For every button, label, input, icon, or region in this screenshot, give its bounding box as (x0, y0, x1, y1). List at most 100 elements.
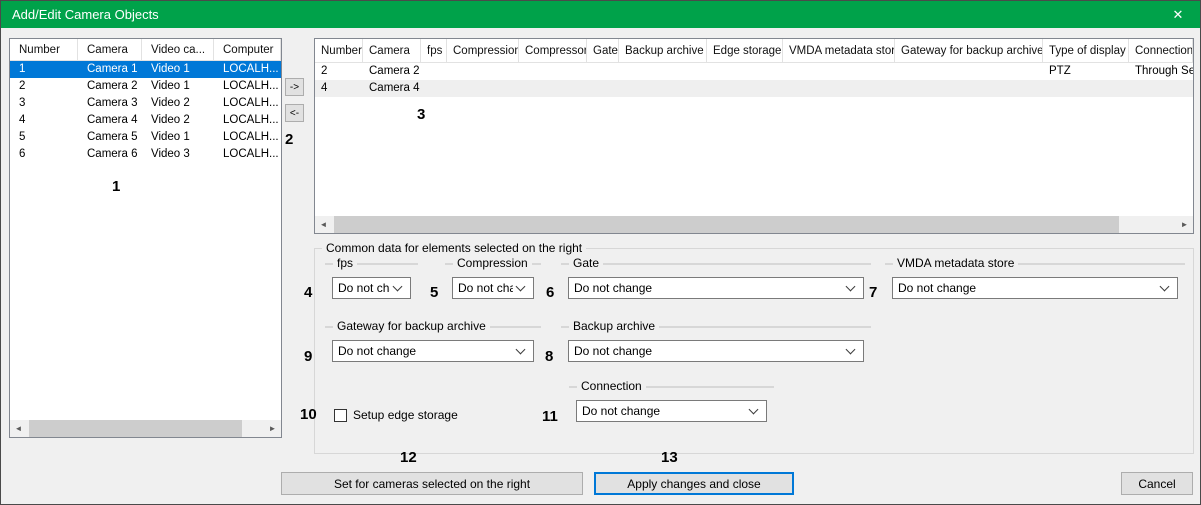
chevron-down-icon (516, 344, 526, 354)
annotation-12: 12 (400, 449, 417, 466)
setup-edge-storage-checkbox[interactable]: Setup edge storage (334, 408, 458, 422)
cell-number: 2 (315, 63, 363, 80)
vmda-select-value: Do not change (893, 281, 1157, 295)
annotation-2: 2 (285, 131, 293, 148)
column-header-backup-archive[interactable]: Backup archive (619, 39, 707, 63)
scrollbar-track[interactable] (27, 420, 264, 437)
backup-group-label: Backup archive (569, 319, 659, 333)
horizontal-scrollbar[interactable]: ◄ ► (10, 420, 281, 437)
cell-video: Video 2 (142, 112, 214, 129)
chevron-down-icon (749, 404, 759, 414)
cell-number: 2 (10, 78, 78, 95)
column-header-camera[interactable]: Camera (78, 39, 142, 61)
gateway-backup-archive-group: Gateway for backup archive Do not change (325, 326, 541, 328)
compression-select-value: Do not cha (453, 281, 513, 295)
cell-video: Video 1 (142, 61, 214, 78)
arrow-right-icon: ► (1181, 220, 1189, 229)
cell-computer: LOCALH... (214, 146, 281, 163)
compression-group: Compression Do not cha (445, 263, 541, 265)
cell-number: 4 (315, 80, 363, 97)
column-header-computer[interactable]: Computer (214, 39, 281, 61)
column-header-camera[interactable]: Camera (363, 39, 421, 63)
compression-group-label: Compression (453, 256, 532, 270)
apply-changes-and-close-button[interactable]: Apply changes and close (594, 472, 794, 495)
scrollbar-track[interactable] (332, 216, 1176, 233)
scroll-left-button[interactable]: ◄ (10, 420, 27, 437)
close-button[interactable]: ✕ (1156, 1, 1200, 28)
cell-camera: Camera 6 (78, 146, 142, 163)
column-header-compression[interactable]: Compression (447, 39, 519, 63)
column-header-number[interactable]: Number (315, 39, 363, 63)
fps-group: fps Do not cha (325, 263, 418, 265)
column-header-number[interactable]: Number (10, 39, 78, 61)
cell-computer: LOCALH... (214, 95, 281, 112)
column-header-gateway[interactable]: Gateway for backup archive (895, 39, 1043, 63)
scroll-right-button[interactable]: ► (264, 420, 281, 437)
set-for-selected-cameras-button[interactable]: Set for cameras selected on the right (281, 472, 583, 495)
table-row[interactable]: 1 Camera 1 Video 1 LOCALH... (10, 61, 281, 78)
annotation-3: 3 (417, 106, 425, 123)
table-row[interactable]: 6 Camera 6 Video 3 LOCALH... (10, 146, 281, 163)
column-header-type-of-display[interactable]: Type of display (1043, 39, 1129, 63)
vmda-group-label: VMDA metadata store (893, 256, 1018, 270)
gateway-group-label: Gateway for backup archive (333, 319, 490, 333)
column-header-edge-storage[interactable]: Edge storage (707, 39, 783, 63)
cancel-button[interactable]: Cancel (1121, 472, 1193, 495)
scroll-left-button[interactable]: ◄ (315, 216, 332, 233)
column-header-connection[interactable]: Connection (1129, 39, 1193, 63)
connection-group: Connection Do not change (569, 386, 774, 388)
setup-edge-storage-label: Setup edge storage (353, 408, 458, 422)
table-row[interactable]: 5 Camera 5 Video 1 LOCALH... (10, 129, 281, 146)
table-row[interactable]: 4 Camera 4 (315, 80, 1193, 97)
gateway-select[interactable]: Do not change (332, 340, 534, 362)
backup-select[interactable]: Do not change (568, 340, 864, 362)
compression-select[interactable]: Do not cha (452, 277, 534, 299)
cell-computer: LOCALH... (214, 61, 281, 78)
cell-video: Video 3 (142, 146, 214, 163)
selected-cameras-table: Number Camera fps Compression Compressor… (314, 38, 1194, 234)
connection-select-value: Do not change (577, 404, 746, 418)
arrow-right-icon: -> (290, 82, 299, 93)
column-header-compressor[interactable]: Compressor (519, 39, 587, 63)
annotation-5: 5 (430, 284, 438, 301)
arrow-right-icon: ► (269, 424, 277, 433)
table-row[interactable]: 4 Camera 4 Video 2 LOCALH... (10, 112, 281, 129)
annotation-11: 11 (542, 408, 558, 425)
table-row[interactable]: 3 Camera 3 Video 2 LOCALH... (10, 95, 281, 112)
scrollbar-thumb[interactable] (29, 420, 242, 437)
cell-computer: LOCALH... (214, 129, 281, 146)
fps-select-value: Do not cha (333, 281, 390, 295)
cell-number: 1 (10, 61, 78, 78)
cell-video: Video 1 (142, 78, 214, 95)
arrow-left-icon: <- (290, 108, 299, 119)
fps-select[interactable]: Do not cha (332, 277, 411, 299)
annotation-13: 13 (661, 449, 678, 466)
table-row[interactable]: 2 Camera 2 Video 1 LOCALH... (10, 78, 281, 95)
backup-select-value: Do not change (569, 344, 843, 358)
horizontal-scrollbar[interactable]: ◄ ► (315, 216, 1193, 233)
move-right-button[interactable]: -> (285, 78, 304, 96)
scroll-right-button[interactable]: ► (1176, 216, 1193, 233)
gateway-select-value: Do not change (333, 344, 513, 358)
add-edit-camera-objects-dialog: Add/Edit Camera Objects ✕ Number Camera … (0, 0, 1201, 505)
move-left-button[interactable]: <- (285, 104, 304, 122)
chevron-down-icon (846, 344, 856, 354)
column-header-video[interactable]: Video ca... (142, 39, 214, 61)
connection-select[interactable]: Do not change (576, 400, 767, 422)
scrollbar-thumb[interactable] (334, 216, 1119, 233)
gate-select[interactable]: Do not change (568, 277, 864, 299)
annotation-10: 10 (300, 406, 317, 423)
column-header-fps[interactable]: fps (421, 39, 447, 63)
cell-number: 5 (10, 129, 78, 146)
table-row[interactable]: 2 Camera 2 PTZ Through Se (315, 63, 1193, 80)
window-title: Add/Edit Camera Objects (1, 7, 159, 22)
vmda-select[interactable]: Do not change (892, 277, 1178, 299)
annotation-8: 8 (545, 348, 553, 365)
column-header-gate[interactable]: Gate (587, 39, 619, 63)
column-header-vmda-store[interactable]: VMDA metadata store (783, 39, 895, 63)
cell-type-of-display: PTZ (1043, 63, 1129, 80)
table-header-row: Number Camera Video ca... Computer (10, 39, 281, 61)
connection-group-label: Connection (577, 379, 646, 393)
arrow-left-icon: ◄ (320, 220, 328, 229)
annotation-1: 1 (112, 178, 120, 195)
